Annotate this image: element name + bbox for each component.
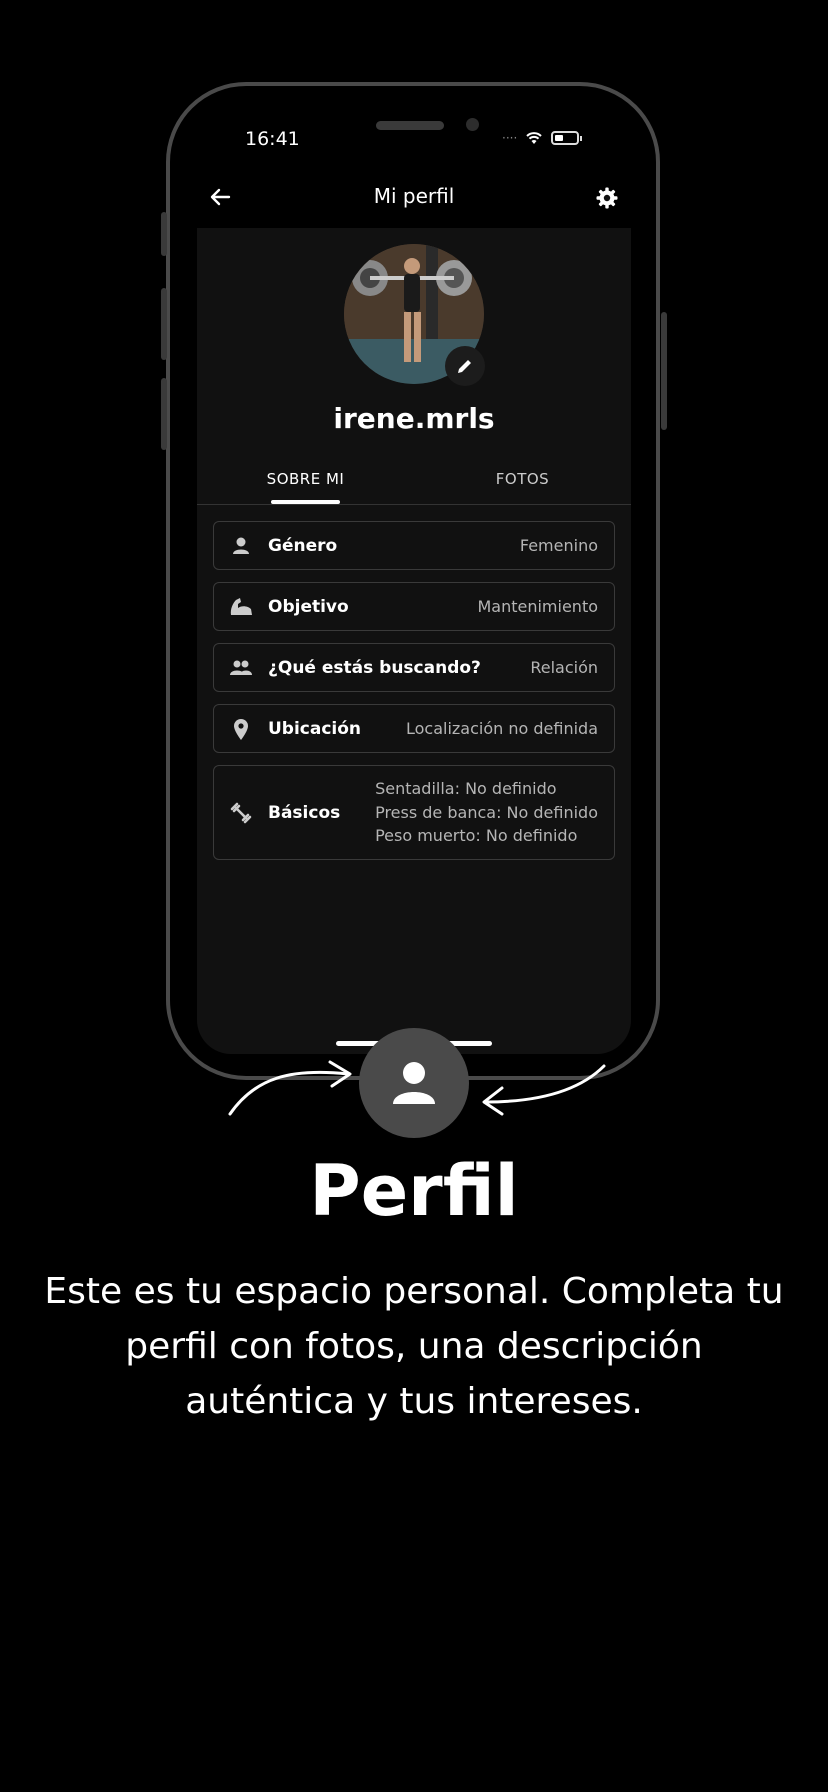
basics-value: Sentadilla: No definido bbox=[375, 779, 557, 799]
tab-sobre-mi[interactable]: SOBRE MI bbox=[197, 470, 414, 488]
phone-camera bbox=[466, 118, 479, 131]
battery-icon bbox=[551, 131, 583, 145]
wifi-icon bbox=[526, 132, 542, 144]
profile-nav-button[interactable] bbox=[359, 1028, 469, 1138]
top-bar: Mi perfil bbox=[197, 178, 631, 222]
tab-fotos[interactable]: FOTOS bbox=[414, 470, 631, 488]
person-icon bbox=[393, 1062, 435, 1104]
feature-description: Este es tu espacio personal. Completa tu… bbox=[44, 1271, 784, 1422]
phone-side-button bbox=[661, 312, 667, 430]
location-pin-icon bbox=[214, 717, 268, 741]
detail-value: Mantenimiento bbox=[477, 597, 598, 616]
people-icon bbox=[214, 658, 268, 678]
status-icons: ···· bbox=[502, 131, 583, 145]
detail-row-ubicacion[interactable]: Ubicación Localización no definida bbox=[213, 704, 615, 753]
detail-label: Objetivo bbox=[268, 596, 349, 617]
detail-row-genero[interactable]: Género Femenino bbox=[213, 521, 615, 570]
detail-value: Relación bbox=[530, 658, 598, 677]
detail-row-basicos[interactable]: Básicos Sentadilla: No definido Press de… bbox=[213, 765, 615, 860]
active-tab-indicator bbox=[271, 500, 340, 504]
status-time: 16:41 bbox=[245, 128, 300, 150]
person-icon bbox=[214, 535, 268, 557]
phone-side-button bbox=[161, 212, 167, 256]
phone-side-button bbox=[161, 288, 167, 360]
settings-gear-icon[interactable] bbox=[595, 186, 619, 214]
dumbbell-icon bbox=[214, 801, 268, 825]
username: irene.mrls bbox=[333, 402, 495, 435]
phone-speaker bbox=[376, 121, 444, 130]
phone-side-button bbox=[161, 378, 167, 450]
detail-label: Ubicación bbox=[268, 718, 362, 739]
profile-tabs: SOBRE MI FOTOS bbox=[197, 462, 631, 505]
basics-values: Sentadilla: No definido Press de banca: … bbox=[375, 777, 614, 848]
detail-row-objetivo[interactable]: Objetivo Mantenimiento bbox=[213, 582, 615, 631]
detail-label: Género bbox=[268, 535, 338, 556]
edit-photo-button[interactable] bbox=[445, 346, 485, 386]
pencil-icon bbox=[458, 360, 471, 373]
detail-row-buscando[interactable]: ¿Qué estás buscando? Relación bbox=[213, 643, 615, 692]
detail-label: ¿Qué estás buscando? bbox=[268, 657, 481, 678]
page-title: Mi perfil bbox=[373, 184, 455, 208]
basics-value: Press de banca: No definido bbox=[375, 802, 598, 822]
flexed-arm-icon bbox=[214, 595, 268, 619]
signal-icon: ···· bbox=[502, 131, 518, 145]
basics-value: Peso muerto: No definido bbox=[375, 826, 578, 846]
detail-value: Femenino bbox=[519, 536, 598, 555]
feature-title: Perfil bbox=[309, 1150, 519, 1232]
detail-label: Básicos bbox=[268, 802, 341, 823]
detail-value: Localización no definida bbox=[405, 719, 598, 738]
